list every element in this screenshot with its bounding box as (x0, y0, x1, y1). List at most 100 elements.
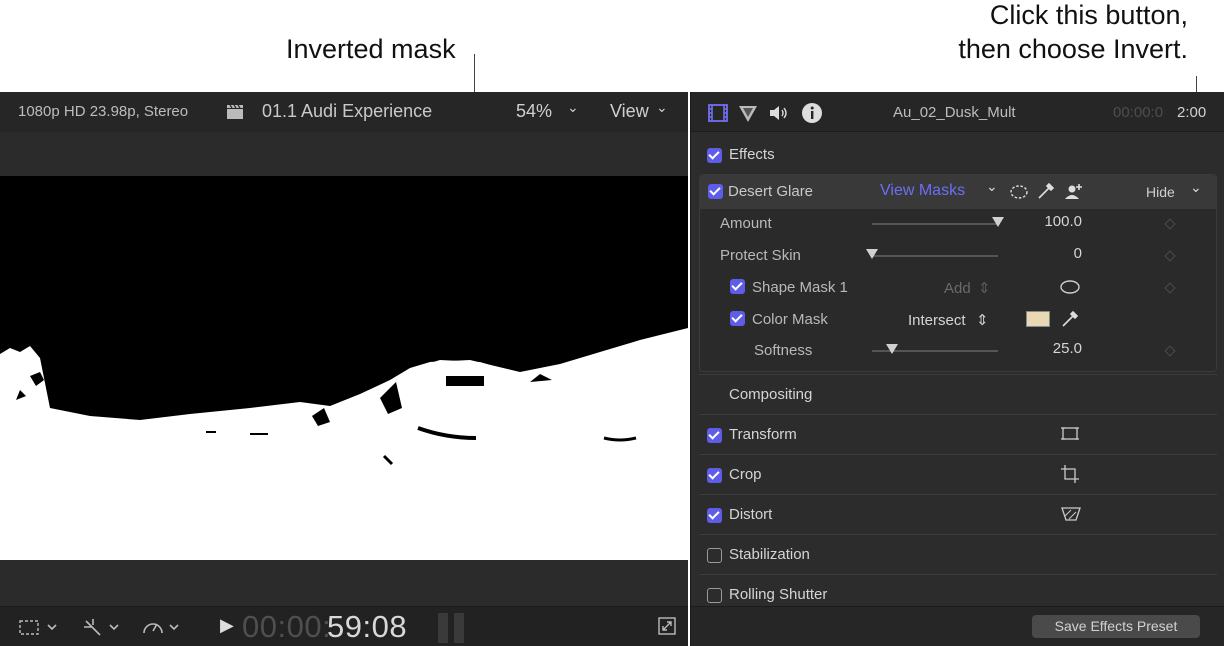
viewer-letterbox-top (0, 132, 688, 176)
section-crop[interactable]: Crop (699, 456, 1217, 494)
callout-click-button: Click this button, then choose Invert. (958, 0, 1188, 66)
desert-glare-effect: Desert Glare View Masks ⌄ Hide ⌄ Amount … (699, 174, 1217, 372)
section-label: Crop (729, 466, 762, 483)
save-effects-preset-button[interactable]: Save Effects Preset (1032, 615, 1200, 638)
callout-line-2: then choose Invert. (958, 34, 1188, 64)
fullscreen-icon[interactable] (658, 617, 676, 635)
effect-header: Desert Glare View Masks ⌄ Hide ⌄ (700, 175, 1216, 209)
timecode-leading: 00:00: (242, 609, 332, 644)
color-mask-label: Color Mask (752, 311, 828, 328)
amount-slider-knob[interactable] (992, 217, 1004, 227)
transform-overlay-icon[interactable] (18, 617, 60, 637)
mask-menu-chevron-icon[interactable]: ⌄ (986, 178, 998, 195)
transform-onscreen-icon[interactable] (1061, 426, 1079, 442)
divider (699, 574, 1217, 575)
protect-skin-label: Protect Skin (720, 247, 801, 264)
play-button[interactable]: ▶ (220, 615, 234, 636)
viewer: 1080p HD 23.98p, Stereo 01.1 Audi Experi… (0, 92, 688, 646)
hide-button[interactable]: Hide (1146, 184, 1175, 200)
section-compositing[interactable]: Compositing (699, 376, 1217, 414)
desert-glare-checkbox[interactable] (708, 184, 723, 199)
color-mask-eyedropper-icon[interactable] (1036, 181, 1056, 201)
info-inspector-icon[interactable] (801, 102, 823, 124)
divider (699, 494, 1217, 495)
shape-mask-add-menu[interactable]: Add (944, 280, 971, 297)
transform-checkbox[interactable] (707, 428, 722, 443)
chevron-down-icon[interactable]: ⌄ (567, 99, 579, 116)
shape-mask-icon[interactable] (1010, 183, 1028, 201)
add-person-mask-icon[interactable] (1064, 181, 1084, 201)
distort-checkbox[interactable] (707, 508, 722, 523)
inspector-clip-name: Au_02_Dusk_Mult (893, 104, 1016, 121)
chevron-down-icon[interactable]: ⌄ (656, 99, 668, 116)
clapper-icon (227, 104, 243, 119)
amount-value[interactable]: 100.0 (1022, 213, 1082, 230)
distort-onscreen-icon[interactable] (1061, 506, 1081, 522)
divider (699, 414, 1217, 415)
enhance-tools-icon[interactable] (82, 617, 124, 637)
timecode: 59:08 (327, 609, 408, 644)
effects-section: Effects (699, 136, 1217, 174)
eyedropper-icon[interactable] (1060, 309, 1080, 329)
color-swatch[interactable] (1026, 311, 1050, 327)
softness-slider-knob[interactable] (886, 344, 899, 354)
color-mask-checkbox[interactable] (730, 311, 745, 326)
shape-mask-label: Shape Mask 1 (752, 279, 848, 296)
inspector: Au_02_Dusk_Mult 00:00:0 2:00 Effects Des… (690, 92, 1224, 646)
updown-chevron-icon[interactable]: ⇕ (976, 311, 989, 329)
callout-inverted-mask: Inverted mask (286, 34, 456, 64)
section-transform[interactable]: Transform (699, 416, 1217, 454)
softness-label: Softness (754, 342, 813, 359)
updown-chevron-icon[interactable]: ⇕ (978, 279, 991, 297)
keyframe-diamond-icon[interactable] (1164, 345, 1176, 357)
effects-checkbox[interactable] (707, 148, 722, 163)
section-stabilization[interactable]: Stabilization (699, 536, 1217, 574)
softness-value[interactable]: 25.0 (1022, 340, 1082, 357)
format-info: 1080p HD 23.98p, Stereo (18, 103, 189, 120)
protect-skin-slider[interactable] (872, 255, 998, 257)
section-distort[interactable]: Distort (699, 496, 1217, 534)
amount-label: Amount (720, 215, 772, 232)
section-label: Rolling Shutter (729, 586, 828, 603)
protect-skin-value[interactable]: 0 (1022, 245, 1082, 262)
retime-speed-icon[interactable] (142, 617, 184, 637)
viewer-footer: ▶ 00:00: 59:08 (0, 606, 688, 646)
inspector-header: Au_02_Dusk_Mult 00:00:0 2:00 (691, 92, 1224, 132)
rolling-shutter-checkbox[interactable] (707, 588, 722, 603)
section-label: Compositing (729, 386, 813, 403)
keyframe-diamond-icon[interactable] (1164, 282, 1176, 294)
amount-slider[interactable] (872, 223, 998, 225)
viewer-letterbox-bottom (0, 560, 688, 606)
shape-mask-checkbox[interactable] (730, 279, 745, 294)
divider (699, 374, 1217, 375)
protect-skin-slider-knob[interactable] (866, 249, 878, 259)
section-label: Distort (729, 506, 773, 523)
keyframe-diamond-icon[interactable] (1164, 218, 1176, 230)
inspector-timecode: 2:00 (1177, 104, 1207, 121)
view-menu[interactable]: View (610, 101, 649, 122)
audio-inspector-icon[interactable] (767, 102, 789, 124)
crop-checkbox[interactable] (707, 468, 722, 483)
section-label: Transform (729, 426, 797, 443)
stabilization-checkbox[interactable] (707, 548, 722, 563)
inverted-mask-image (0, 176, 688, 560)
section-label: Stabilization (729, 546, 810, 563)
viewer-header: 1080p HD 23.98p, Stereo 01.1 Audi Experi… (0, 92, 688, 132)
video-frame[interactable] (0, 176, 688, 560)
video-inspector-icon[interactable] (707, 102, 729, 124)
inspector-timecode-leading: 00:00:0 (1113, 104, 1164, 121)
zoom-level[interactable]: 54% (516, 101, 552, 122)
color-inspector-icon[interactable] (737, 102, 759, 124)
divider (699, 454, 1217, 455)
divider (699, 534, 1217, 535)
color-mask-mode-menu[interactable]: Intersect (908, 312, 966, 329)
shape-mask-ellipse-icon[interactable] (1060, 279, 1080, 295)
audio-meter-right (454, 613, 464, 643)
view-masks-link[interactable]: View Masks (880, 182, 965, 200)
callout-line-1: Click this button, (989, 0, 1188, 30)
effect-options-chevron-icon[interactable]: ⌄ (1190, 179, 1202, 196)
keyframe-diamond-icon[interactable] (1164, 250, 1176, 262)
crop-onscreen-icon[interactable] (1061, 465, 1079, 483)
effect-name: Desert Glare (728, 183, 814, 200)
effects-label: Effects (729, 146, 775, 163)
